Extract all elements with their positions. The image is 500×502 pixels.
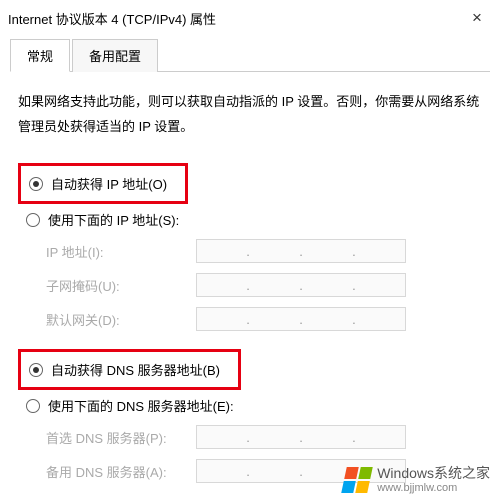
radio-icon xyxy=(29,177,43,191)
tab-general[interactable]: 常规 xyxy=(10,39,70,72)
watermark-url: www.bjjmlw.com xyxy=(377,482,490,494)
gateway-input[interactable]: ... xyxy=(196,307,406,331)
dns-section: 自动获得 DNS 服务器地址(B) 使用下面的 DNS 服务器地址(E): 首选… xyxy=(18,349,482,483)
radio-dns-auto[interactable]: 自动获得 DNS 服务器地址(B) xyxy=(29,360,220,379)
windows-logo-icon xyxy=(340,466,374,494)
subnet-input[interactable]: ... xyxy=(196,273,406,297)
watermark: Windows系统之家 www.bjjmlw.com xyxy=(343,466,490,494)
window-title: Internet 协议版本 4 (TCP/IPv4) 属性 xyxy=(8,9,216,28)
tab-body: 如果网络支持此功能，则可以获取自动指派的 IP 设置。否则，你需要从网络系统管理… xyxy=(10,72,490,483)
radio-icon xyxy=(26,213,40,227)
radio-icon xyxy=(29,363,43,377)
radio-icon xyxy=(26,399,40,413)
radio-ip-manual[interactable]: 使用下面的 IP 地址(S): xyxy=(26,210,482,229)
radio-label: 自动获得 IP 地址(O) xyxy=(51,174,167,193)
field-label: 子网掩码(U): xyxy=(46,276,196,295)
logo-square xyxy=(358,467,373,479)
field-label: 首选 DNS 服务器(P): xyxy=(46,428,196,447)
content-area: 常规 备用配置 如果网络支持此功能，则可以获取自动指派的 IP 设置。否则，你需… xyxy=(0,36,500,483)
description-text: 如果网络支持此功能，则可以获取自动指派的 IP 设置。否则，你需要从网络系统管理… xyxy=(18,90,482,139)
radio-dns-manual[interactable]: 使用下面的 DNS 服务器地址(E): xyxy=(26,396,482,415)
tab-alternate[interactable]: 备用配置 xyxy=(72,39,158,72)
titlebar: Internet 协议版本 4 (TCP/IPv4) 属性 × xyxy=(0,0,500,36)
highlight-dns-auto: 自动获得 DNS 服务器地址(B) xyxy=(18,349,241,390)
radio-ip-auto[interactable]: 自动获得 IP 地址(O) xyxy=(29,174,167,193)
close-icon[interactable]: × xyxy=(454,6,500,30)
radio-label: 自动获得 DNS 服务器地址(B) xyxy=(51,360,220,379)
ip-address-input[interactable]: ... xyxy=(196,239,406,263)
watermark-text: Windows系统之家 www.bjjmlw.com xyxy=(377,466,490,493)
logo-square xyxy=(341,481,356,493)
dns-preferred-input[interactable]: ... xyxy=(196,425,406,449)
highlight-ip-auto: 自动获得 IP 地址(O) xyxy=(18,163,188,204)
watermark-title: Windows系统之家 xyxy=(377,466,490,481)
field-label: 备用 DNS 服务器(A): xyxy=(46,462,196,481)
field-label: IP 地址(I): xyxy=(46,242,196,261)
field-gateway: 默认网关(D): ... xyxy=(46,307,482,331)
logo-square xyxy=(344,467,359,479)
ip-section: 自动获得 IP 地址(O) 使用下面的 IP 地址(S): IP 地址(I): … xyxy=(18,163,482,331)
radio-label: 使用下面的 DNS 服务器地址(E): xyxy=(48,396,234,415)
field-dns-preferred: 首选 DNS 服务器(P): ... xyxy=(46,425,482,449)
field-label: 默认网关(D): xyxy=(46,310,196,329)
field-subnet: 子网掩码(U): ... xyxy=(46,273,482,297)
radio-label: 使用下面的 IP 地址(S): xyxy=(48,210,179,229)
tab-strip: 常规 备用配置 xyxy=(10,38,490,72)
logo-square xyxy=(355,481,370,493)
field-ip-address: IP 地址(I): ... xyxy=(46,239,482,263)
